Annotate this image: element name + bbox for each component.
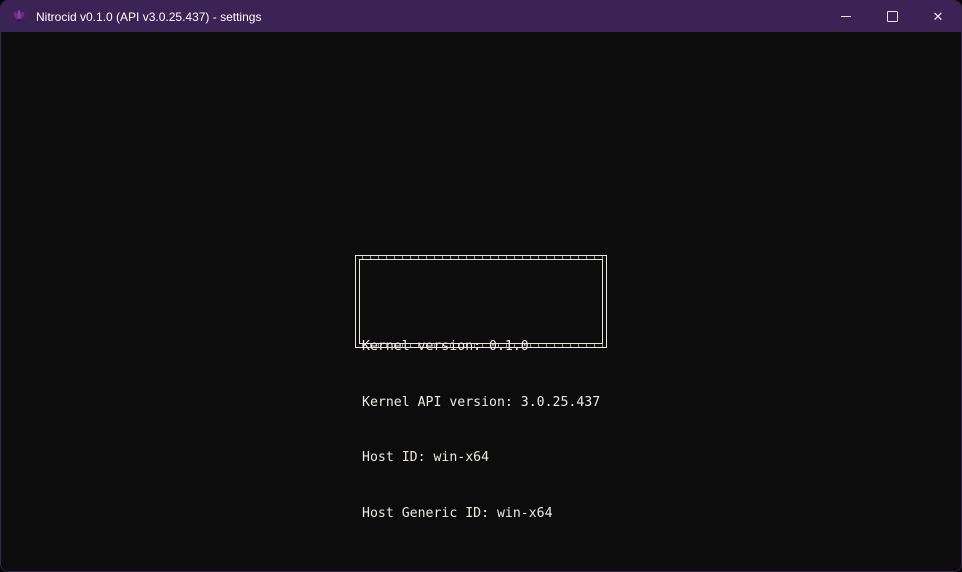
kernel-info-box: Kernel version: 0.1.0 Kernel API version… — [359, 259, 603, 344]
maximize-button[interactable] — [869, 1, 915, 32]
window-title: Nitrocid v0.1.0 (API v3.0.25.437) - sett… — [36, 10, 261, 24]
app-window: Nitrocid v0.1.0 (API v3.0.25.437) - sett… — [0, 0, 962, 572]
host-generic-id-line: Host Generic ID: win-x64 — [362, 505, 602, 524]
window-controls: ✕ — [823, 1, 961, 32]
kernel-version-line: Kernel version: 0.1.0 — [362, 338, 602, 357]
minimize-button[interactable] — [823, 1, 869, 32]
maximize-icon — [887, 11, 898, 22]
host-id-line: Host ID: win-x64 — [362, 449, 602, 468]
console-screen: Kernel version: 0.1.0 Kernel API version… — [1, 32, 961, 571]
kernel-api-version-line: Kernel API version: 3.0.25.437 — [362, 394, 602, 413]
box-border-ticks-top — [355, 256, 607, 259]
close-button[interactable]: ✕ — [915, 1, 961, 32]
titlebar[interactable]: Nitrocid v0.1.0 (API v3.0.25.437) - sett… — [1, 1, 961, 32]
close-icon: ✕ — [933, 10, 944, 23]
nitrocid-logo-icon[interactable] — [11, 9, 27, 25]
minimize-icon — [841, 16, 851, 17]
